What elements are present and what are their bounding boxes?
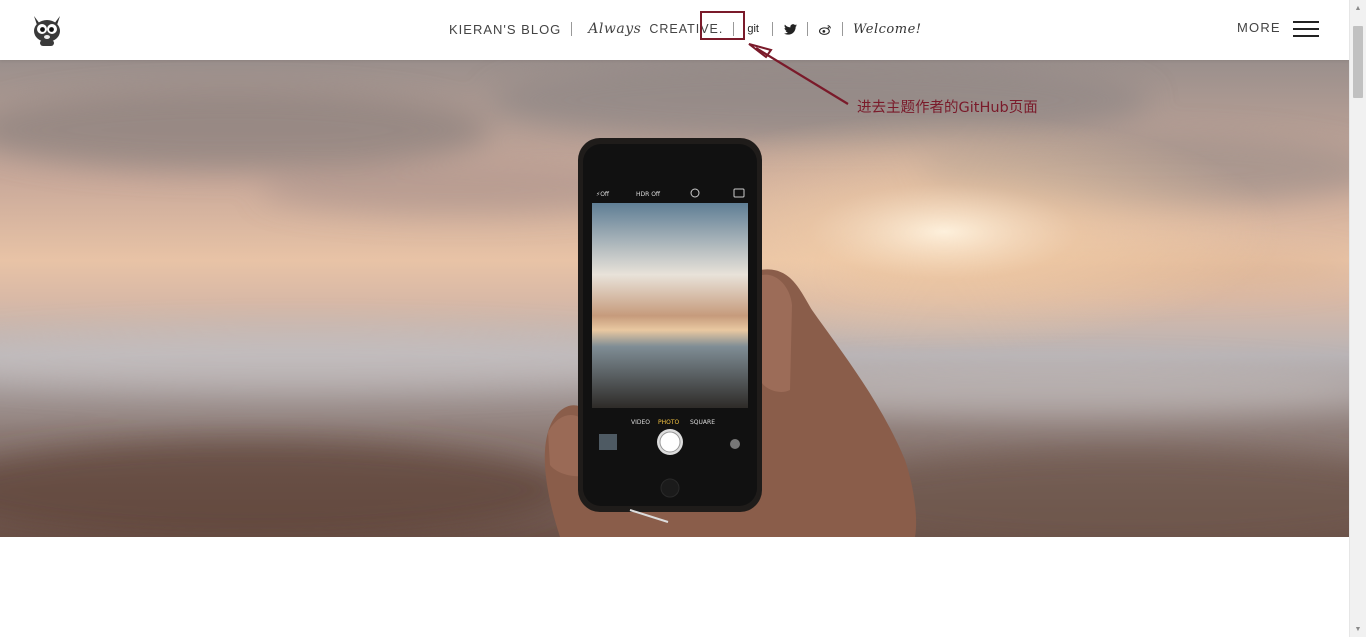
phone-hdr-label: HDR Off	[636, 191, 661, 198]
hamburger-menu-icon[interactable]	[1293, 21, 1319, 37]
site-header: KIERAN'S BLOG Always CREATIVE. git Welco…	[0, 0, 1349, 60]
twitter-icon[interactable]	[783, 22, 797, 36]
git-link[interactable]: git	[744, 23, 762, 35]
welcome-text: Welcome!	[853, 21, 922, 37]
tagline-italic: Always	[588, 21, 642, 37]
mascot-logo-icon[interactable]	[28, 12, 66, 48]
page: KIERAN'S BLOG Always CREATIVE. git Welco…	[0, 0, 1349, 637]
page-scrollbar[interactable]: ▲ ▼	[1349, 0, 1366, 637]
weibo-icon[interactable]	[818, 22, 832, 36]
nav-divider	[772, 22, 773, 36]
scroll-down-icon[interactable]: ▼	[1350, 621, 1366, 637]
article-preview-cut	[360, 626, 1060, 637]
hero-image: ⚡Off HDR Off VIDEO PHOTO SQUARE	[0, 60, 1349, 537]
git-highlight-box	[700, 11, 745, 40]
phone-mode-square: SQUARE	[690, 419, 715, 426]
phone-mode-video: VIDEO	[631, 419, 650, 426]
phone-mode-photo: PHOTO	[658, 419, 680, 426]
annotation-text: 进去主题作者的GitHub页面	[857, 100, 1038, 116]
nav-divider	[807, 22, 808, 36]
blog-name-link[interactable]: KIERAN'S BLOG	[449, 22, 561, 37]
scroll-up-icon[interactable]: ▲	[1350, 0, 1366, 16]
phone-flash-label: ⚡Off	[596, 191, 610, 198]
menu-line	[1293, 21, 1319, 23]
top-nav: KIERAN'S BLOG Always CREATIVE. git Welco…	[449, 0, 922, 58]
menu-line	[1293, 35, 1319, 37]
scroll-thumb[interactable]	[1353, 26, 1363, 98]
more-label[interactable]: MORE	[1237, 20, 1281, 35]
nav-divider	[842, 22, 843, 36]
nav-divider	[571, 22, 573, 36]
menu-line	[1293, 28, 1319, 30]
